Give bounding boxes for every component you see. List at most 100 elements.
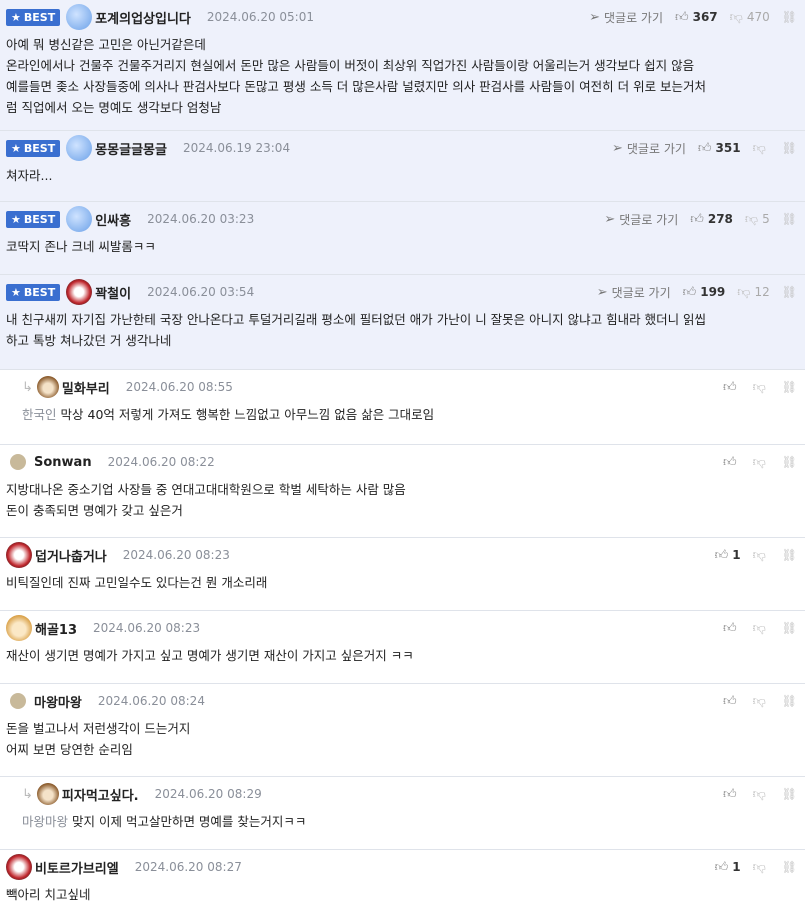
avatar[interactable] — [36, 376, 59, 398]
downvote-button[interactable]: 👎︎ — [753, 141, 770, 156]
link-icon[interactable]: ⛓ — [782, 787, 797, 801]
upvote-button[interactable]: 👍︎ 367 — [675, 10, 718, 25]
avatar[interactable] — [66, 279, 93, 305]
star-icon: ★ — [11, 141, 21, 155]
downvote-button[interactable]: 👎︎ — [753, 860, 770, 875]
downvote-button[interactable]: 👎︎ — [753, 380, 770, 395]
star-icon: ★ — [11, 212, 21, 226]
best-badge: ★ BEST — [6, 283, 61, 301]
author-nickname[interactable]: 밀화부리 — [62, 378, 110, 397]
thumbs-up-icon: 👍︎ — [722, 379, 737, 395]
thumbs-down-icon: 👎︎ — [744, 211, 759, 227]
link-icon[interactable]: ⛓ — [782, 455, 797, 469]
downvote-button[interactable]: 👎︎ 470 — [730, 10, 770, 25]
mention-tag[interactable]: 한국인 — [22, 407, 57, 422]
go-to-reply-link[interactable]: ➢ 댓글로 가기 — [612, 140, 686, 157]
thumbs-up-icon: 👍︎ — [722, 454, 737, 470]
avatar[interactable] — [66, 135, 93, 161]
downvote-button[interactable]: 👎︎ — [753, 455, 770, 470]
comment-item: ★ BEST 몽몽글글몽글 2024.06.19 23:04 ➢ 댓글로 가기 👍︎… — [0, 131, 805, 202]
author-nickname[interactable]: 포계의업상입니다 — [95, 8, 191, 27]
author-nickname[interactable]: 꽉철이 — [95, 283, 131, 302]
avatar[interactable] — [10, 454, 26, 470]
best-badge: ★ BEST — [6, 210, 61, 228]
avatar[interactable] — [36, 783, 59, 805]
thumbs-down-icon: 👎︎ — [752, 859, 766, 875]
author-nickname[interactable]: 마왕마왕 — [34, 692, 82, 711]
comment-item: ★ BEST 포계의업상입니다 2024.06.20 05:01 ➢ 댓글로 가기 … — [0, 0, 805, 131]
comment-body: 비틱질인데 진짜 고민일수도 있다는건 뭔 개소리래 — [6, 575, 268, 590]
author-nickname[interactable]: 인싸흥 — [95, 210, 131, 229]
comment-date: 2024.06.20 08:27 — [134, 860, 242, 874]
author-nickname[interactable]: 해골13 — [35, 619, 77, 638]
upvote-button[interactable]: 👍︎ 1 — [715, 860, 741, 875]
upvote-button[interactable]: 👍︎ — [723, 787, 741, 802]
comment-body: 코딱지 존나 크네 씨발롬ㅋㅋ — [6, 239, 156, 254]
thumbs-up-icon: 👍︎ — [722, 620, 737, 636]
send-icon: ➢ — [604, 211, 616, 227]
send-icon: ➢ — [596, 284, 608, 300]
upvote-button[interactable]: 👍︎ 1 — [715, 548, 741, 563]
avatar[interactable] — [6, 854, 32, 880]
thumbs-down-icon: 👎︎ — [752, 620, 766, 636]
downvote-button[interactable]: 👎︎ 5 — [745, 212, 770, 227]
thumbs-up-icon: 👍︎ — [714, 547, 729, 563]
downvote-button[interactable]: 👎︎ — [753, 548, 770, 563]
link-icon[interactable]: ⛓ — [782, 621, 797, 635]
reply-arrow-icon: ↳ — [22, 379, 33, 395]
link-icon[interactable]: ⛓ — [782, 860, 797, 874]
comment-item: 해골13 2024.06.20 08:23 👍︎ 👎︎ ⛓ 재산이 생기면 명예… — [0, 611, 805, 684]
downvote-button[interactable]: 👎︎ — [753, 694, 770, 709]
avatar[interactable] — [6, 615, 32, 641]
avatar[interactable] — [10, 693, 26, 709]
author-nickname[interactable]: Sonwan — [34, 455, 92, 470]
comment-body: 지방대나온 중소기업 사장들 중 연대고대대학원으로 학벌 세탁하는 사람 많음… — [6, 482, 406, 518]
comment-body: 아예 뭐 병신같은 고민은 아닌거같은데 온라인에서나 건물주 건물주거리지 현… — [6, 37, 707, 115]
link-icon[interactable]: ⛓ — [782, 548, 797, 562]
comment-body: 마왕마왕 맞지 이제 먹고살만하면 명예를 찾는거지ㅋㅋ — [22, 814, 307, 829]
link-icon[interactable]: ⛓ — [782, 380, 797, 394]
link-icon[interactable]: ⛓ — [782, 10, 797, 24]
comment-item: ★ BEST 꽉철이 2024.06.20 03:54 ➢ 댓글로 가기 👍︎ 199… — [0, 275, 805, 370]
downvote-button[interactable]: 👎︎ — [753, 787, 770, 802]
comment-date: 2024.06.20 08:55 — [125, 380, 233, 394]
thumbs-up-icon: 👍︎ — [722, 693, 737, 709]
go-to-reply-link[interactable]: ➢ 댓글로 가기 — [604, 211, 678, 228]
author-nickname[interactable]: 덥거나춥거나 — [35, 546, 107, 565]
upvote-button[interactable]: 👍︎ 278 — [690, 212, 733, 227]
comment-date: 2024.06.20 08:29 — [154, 787, 262, 801]
upvote-button[interactable]: 👍︎ — [723, 380, 741, 395]
upvote-button[interactable]: 👍︎ — [723, 694, 741, 709]
comment-date: 2024.06.20 05:01 — [206, 10, 314, 24]
thumbs-down-icon: 👎︎ — [737, 284, 751, 300]
avatar[interactable] — [6, 542, 32, 568]
link-icon[interactable]: ⛓ — [782, 285, 797, 299]
thumbs-down-icon: 👎︎ — [752, 786, 766, 802]
author-nickname[interactable]: 비토르가브리엘 — [35, 858, 119, 877]
upvote-button[interactable]: 👍︎ — [723, 621, 741, 636]
downvote-button[interactable]: 👎︎ — [753, 621, 770, 636]
upvote-button[interactable]: 👍︎ 351 — [698, 141, 741, 156]
comment-date: 2024.06.19 23:04 — [182, 141, 291, 155]
upvote-button[interactable]: 👍︎ 199 — [683, 285, 726, 300]
thumbs-down-icon: 👎︎ — [729, 9, 743, 25]
thumbs-up-icon: 👍︎ — [682, 284, 697, 300]
comment-item: ↳ 피자먹고싶다. 2024.06.20 08:29 👍︎ 👎︎ ⛓ 마왕마왕 맞… — [0, 777, 805, 850]
link-icon[interactable]: ⛓ — [782, 141, 797, 155]
send-icon: ➢ — [611, 140, 623, 156]
link-icon[interactable]: ⛓ — [782, 694, 797, 708]
avatar[interactable] — [66, 4, 93, 30]
link-icon[interactable]: ⛓ — [782, 212, 797, 226]
go-to-reply-link[interactable]: ➢ 댓글로 가기 — [597, 284, 671, 301]
thumbs-up-icon: 👍︎ — [690, 211, 704, 227]
mention-tag[interactable]: 마왕마왕 — [22, 814, 68, 829]
go-to-reply-link[interactable]: ➢ 댓글로 가기 — [589, 9, 663, 26]
author-nickname[interactable]: 피자먹고싶다. — [62, 785, 139, 804]
comment-date: 2024.06.20 08:23 — [122, 548, 230, 562]
avatar[interactable] — [66, 206, 93, 232]
upvote-button[interactable]: 👍︎ — [723, 455, 741, 470]
downvote-button[interactable]: 👎︎ 12 — [737, 285, 769, 300]
comment-body: 재산이 생기면 명예가 가지고 싶고 명예가 생기면 재산이 가지고 싶은거지 … — [6, 648, 414, 663]
author-nickname[interactable]: 몽몽글글몽글 — [95, 139, 167, 158]
thumbs-up-icon: 👍︎ — [714, 859, 729, 875]
